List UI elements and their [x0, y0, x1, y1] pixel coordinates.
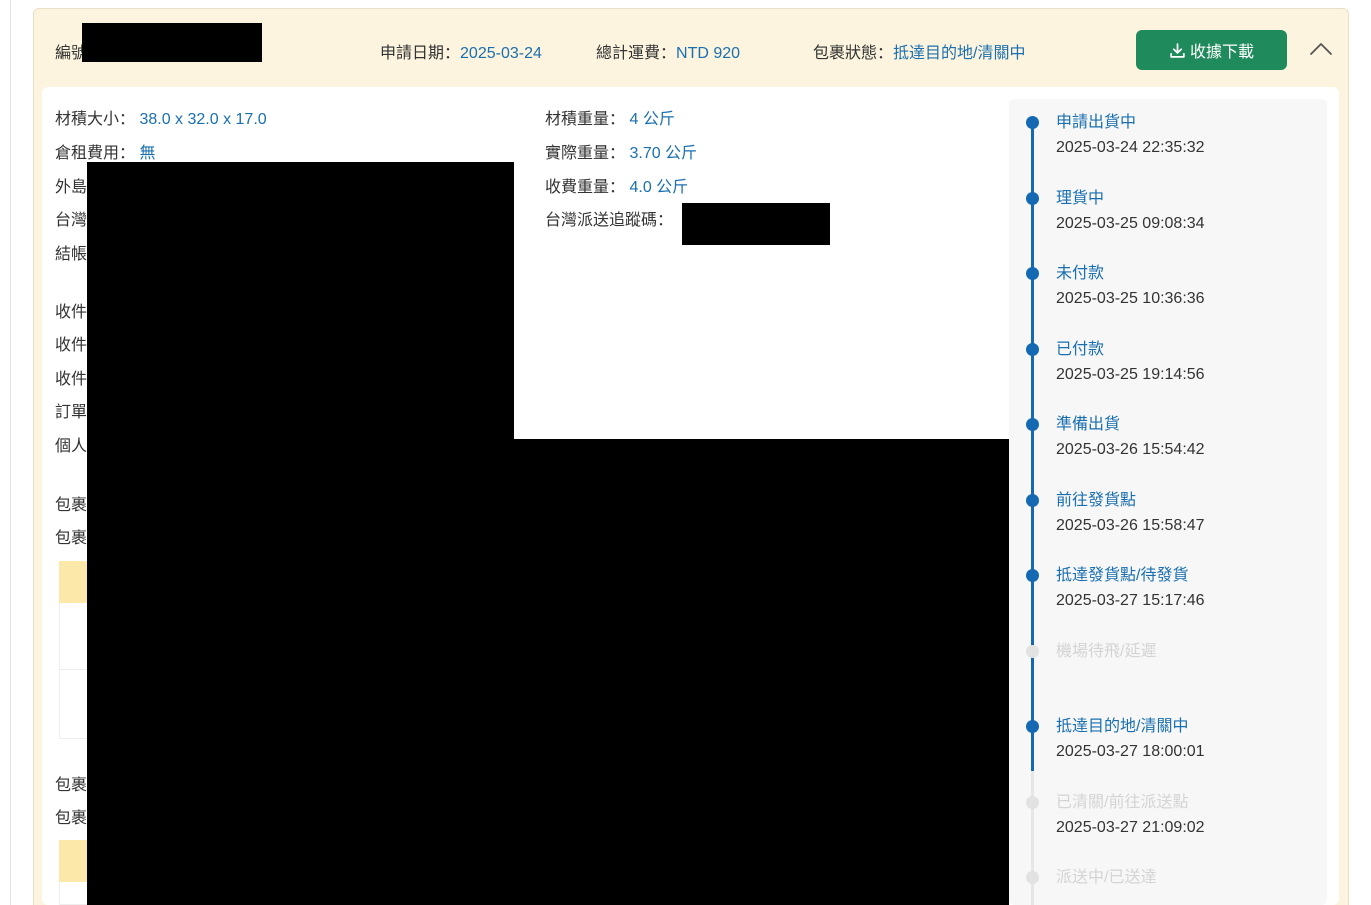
- actual-weight: 實際重量： 3.70 公斤: [545, 144, 697, 164]
- timeline-status: 已付款: [1056, 341, 1105, 358]
- detail-label-3: 外島: [55, 179, 88, 196]
- timeline-dot: [1026, 720, 1039, 733]
- timeline-dot: [1026, 569, 1039, 582]
- volume-weight: 材積重量： 4 公斤: [545, 110, 675, 130]
- timeline-dot: [1026, 494, 1039, 507]
- timeline-status: 前往發貨點: [1056, 492, 1137, 509]
- timeline-time: 2025-03-26 15:58:47: [1056, 517, 1205, 534]
- charged-weight: 收費重量： 4.0 公斤: [545, 178, 688, 198]
- total-fee-label: 總計運費：: [596, 45, 677, 62]
- timeline-dot: [1026, 645, 1039, 658]
- timeline-status: 抵達發貨點/待發貨: [1056, 567, 1189, 584]
- apply-date-value: 2025-03-24: [460, 45, 542, 62]
- detail-label-10: 個人: [55, 438, 88, 455]
- storage-fee: 倉租費用： 無: [55, 144, 155, 164]
- timeline-status: 申請出貨中: [1056, 114, 1137, 131]
- volume-size: 材積大小： 38.0 x 32.0 x 17.0: [55, 110, 267, 130]
- timeline-dot: [1026, 192, 1039, 205]
- timeline-status: 派送中/已送達: [1056, 869, 1157, 886]
- timeline-time: 2025-03-25 10:36:36: [1056, 290, 1205, 307]
- timeline-time: 2025-03-27 21:09:02: [1056, 819, 1205, 836]
- timeline-time: 2025-03-24 22:35:32: [1056, 139, 1205, 156]
- timeline-status: 機場待飛/延遲: [1056, 643, 1157, 660]
- total-fee-value: NTD 920: [676, 45, 741, 62]
- charged-weight-label: 收費重量：: [545, 179, 626, 196]
- timeline-time: 2025-03-25 19:14:56: [1056, 366, 1205, 383]
- timeline-dot: [1026, 116, 1039, 129]
- timeline-status: 準備出貨: [1056, 416, 1121, 433]
- detail-label-7: 收件: [55, 337, 88, 354]
- timeline-status: 未付款: [1056, 265, 1105, 282]
- timeline-dot: [1026, 871, 1039, 884]
- actual-weight-label: 實際重量：: [545, 145, 626, 162]
- timeline-status: 已清關/前往派送點: [1056, 794, 1189, 811]
- timeline-dot: [1026, 796, 1039, 809]
- download-icon: [1170, 42, 1185, 58]
- redacted-details-block: [87, 162, 514, 905]
- total-fee: 總計運費：NTD 920: [596, 39, 740, 63]
- tw-tracking-label: 台灣派送追蹤碼：: [545, 212, 674, 229]
- timeline-dot: [1026, 267, 1039, 280]
- timeline-pending-line: [1031, 771, 1034, 905]
- package-status-value: 抵達目的地/清關中: [893, 45, 1026, 62]
- storage-fee-value: 無: [139, 145, 156, 162]
- chevron-up-icon[interactable]: [1308, 38, 1334, 60]
- package-status-label: 包裹狀態：: [813, 45, 894, 62]
- storage-fee-label: 倉租費用：: [55, 145, 136, 162]
- volume-size-value: 38.0 x 32.0 x 17.0: [139, 111, 267, 128]
- charged-weight-value: 4.0 公斤: [629, 179, 689, 196]
- timeline-status: 抵達目的地/清關中: [1056, 718, 1189, 735]
- volume-size-label: 材積大小：: [55, 111, 136, 128]
- detail-label-5: 結帳: [55, 246, 88, 263]
- detail-label-12: 包裹: [55, 530, 88, 547]
- timeline-time: 2025-03-25 09:08:34: [1056, 215, 1205, 232]
- detail-label-14: 包裹: [55, 810, 88, 827]
- redacted-tracking-code: [682, 203, 830, 245]
- timeline-dot: [1026, 343, 1039, 356]
- timeline-progress-line: [1031, 122, 1034, 771]
- timeline-time: 2025-03-27 18:00:01: [1056, 743, 1205, 760]
- detail-label-6: 收件: [55, 304, 88, 321]
- detail-label-8: 收件: [55, 371, 88, 388]
- detail-label-13: 包裹: [55, 777, 88, 794]
- package-status: 包裹狀態：抵達目的地/清關中: [813, 39, 1025, 63]
- detail-label-4: 台灣: [55, 212, 88, 229]
- apply-date-label: 申請日期：: [380, 45, 461, 62]
- timeline-time: 2025-03-27 15:17:46: [1056, 592, 1205, 609]
- redacted-details-block: [514, 439, 1009, 905]
- detail-label-11: 包裹: [55, 497, 88, 514]
- volume-weight-value: 4 公斤: [629, 111, 675, 128]
- receipt-download-label: 收據下載: [1189, 44, 1254, 61]
- apply-date: 申請日期：2025-03-24: [380, 39, 542, 63]
- page-left-rule: [10, 0, 11, 905]
- detail-label-9: 訂單: [55, 404, 88, 421]
- volume-weight-label: 材積重量：: [545, 111, 626, 128]
- timeline-status: 理貨中: [1056, 190, 1105, 207]
- timeline-time: 2025-03-26 15:54:42: [1056, 441, 1205, 458]
- timeline-dot: [1026, 418, 1039, 431]
- receipt-download-button[interactable]: 收據下載: [1136, 30, 1287, 70]
- redacted-order-id: [82, 23, 262, 62]
- actual-weight-value: 3.70 公斤: [629, 145, 698, 162]
